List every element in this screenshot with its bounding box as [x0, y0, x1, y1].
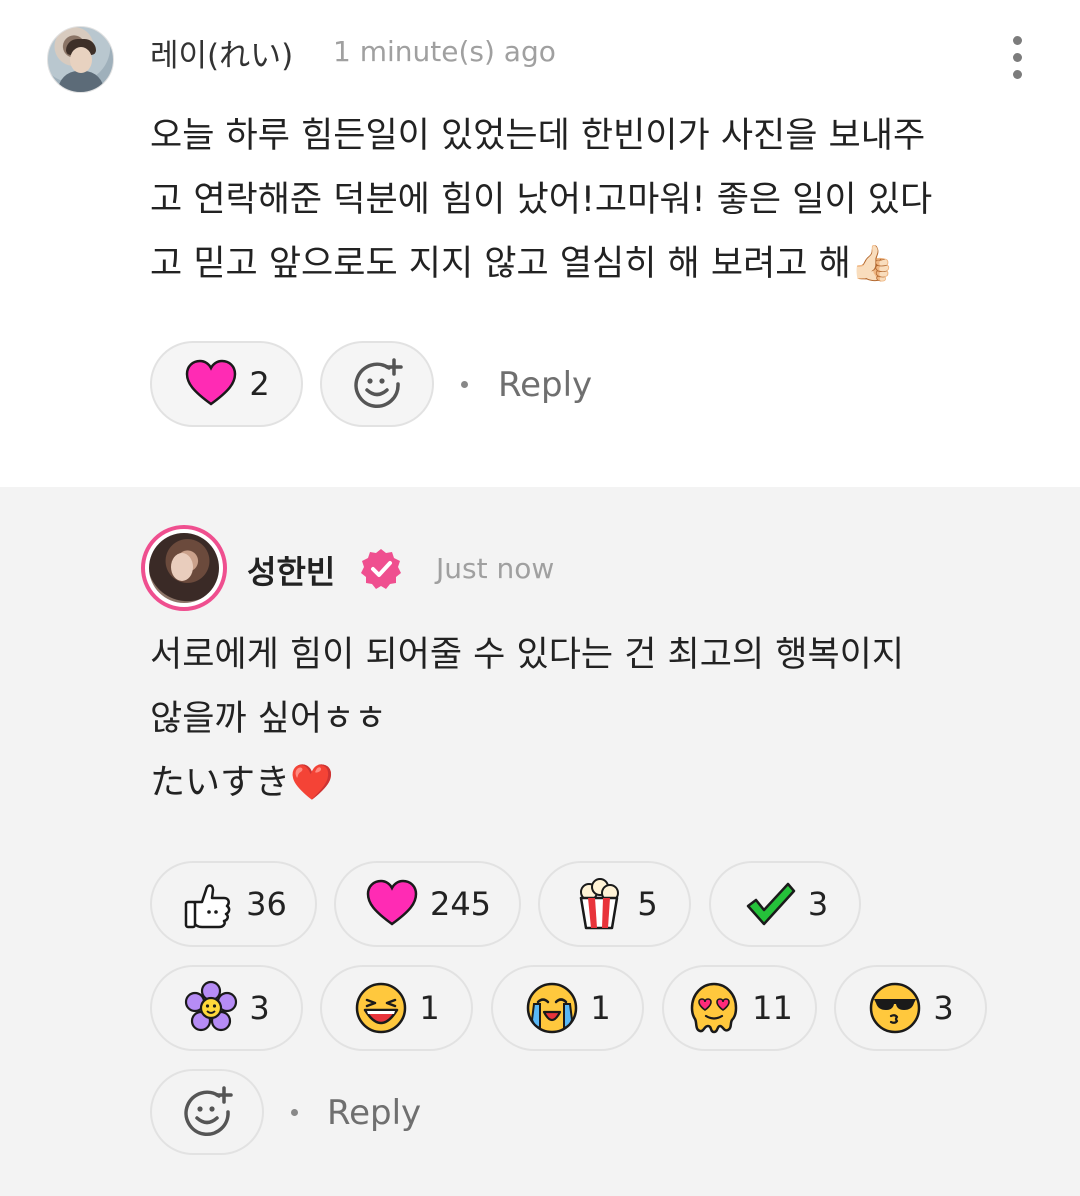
reaction-count: 5 — [637, 885, 658, 923]
reaction-count: 1 — [419, 989, 440, 1027]
reaction-checkmark-button[interactable]: 3 — [709, 861, 861, 947]
reaction-melting-button[interactable]: 11 — [662, 965, 817, 1051]
reply-button[interactable]: Reply — [498, 365, 592, 405]
reaction-popcorn-button[interactable]: 5 — [538, 861, 691, 947]
flower-icon — [185, 980, 238, 1032]
comment-text: 서로에게 힘이 되어줄 수 있다는 건 최고의 행복이지 않을까 싶어ㅎㅎ たい… — [150, 635, 905, 803]
add-reaction-button[interactable] — [150, 1069, 264, 1155]
add-emoji-icon — [184, 1086, 233, 1137]
heart-icon — [186, 359, 237, 406]
melting-face-icon — [690, 982, 738, 1034]
reaction-count: 2 — [249, 365, 270, 403]
reaction-count: 1 — [590, 989, 611, 1027]
reaction-count: 36 — [246, 885, 287, 923]
verified-badge-icon — [361, 549, 401, 589]
add-reaction-button[interactable] — [320, 341, 434, 427]
comment-main: 레이(れい) 1 minute(s) ago 오늘 하루 힘든일이 있었는데 한… — [0, 0, 1080, 487]
laughing-face-icon — [356, 982, 407, 1034]
reaction-laughing-button[interactable]: 1 — [320, 965, 473, 1051]
separator-dot — [461, 381, 468, 388]
add-emoji-icon — [354, 358, 403, 409]
reply-button[interactable]: Reply — [327, 1093, 421, 1133]
reaction-count: 3 — [807, 885, 829, 923]
author-name[interactable]: 레이(れい) — [150, 30, 293, 75]
popcorn-icon — [580, 878, 620, 930]
crying-face-icon — [527, 982, 578, 1034]
reaction-heart-button[interactable]: 2 — [150, 341, 303, 427]
reaction-count: 3 — [249, 989, 270, 1027]
cool-face-icon — [870, 982, 921, 1034]
reaction-count: 245 — [429, 885, 492, 923]
avatar[interactable] — [141, 525, 227, 611]
more-options-button[interactable] — [1000, 32, 1034, 86]
reaction-crying-button[interactable]: 1 — [491, 965, 644, 1051]
more-dots-icon — [1012, 36, 1022, 45]
author-name[interactable]: 성한빈 — [247, 547, 335, 593]
reaction-flower-button[interactable]: 3 — [150, 965, 303, 1051]
reaction-count: 11 — [752, 989, 793, 1027]
reaction-cool-button[interactable]: 3 — [834, 965, 987, 1051]
separator-dot — [291, 1109, 298, 1116]
reaction-thumbs-up-button[interactable]: 36 — [150, 861, 317, 947]
comment-text: 오늘 하루 힘든일이 있었는데 한빈이가 사진을 보내주 고 연락해준 덕분에 … — [150, 116, 933, 284]
timestamp: Just now — [436, 552, 555, 585]
checkmark-icon — [746, 882, 796, 926]
comment-reply: 성한빈 Just now 서로에게 힘이 되어줄 수 있다는 건 최고의 행복이… — [0, 487, 1080, 1196]
reaction-heart-button[interactable]: 245 — [334, 861, 521, 947]
timestamp: 1 minute(s) ago — [333, 35, 556, 68]
heart-icon — [366, 879, 418, 926]
thumbs-up-icon — [184, 884, 231, 929]
reaction-count: 3 — [933, 989, 954, 1027]
avatar[interactable] — [47, 26, 114, 93]
